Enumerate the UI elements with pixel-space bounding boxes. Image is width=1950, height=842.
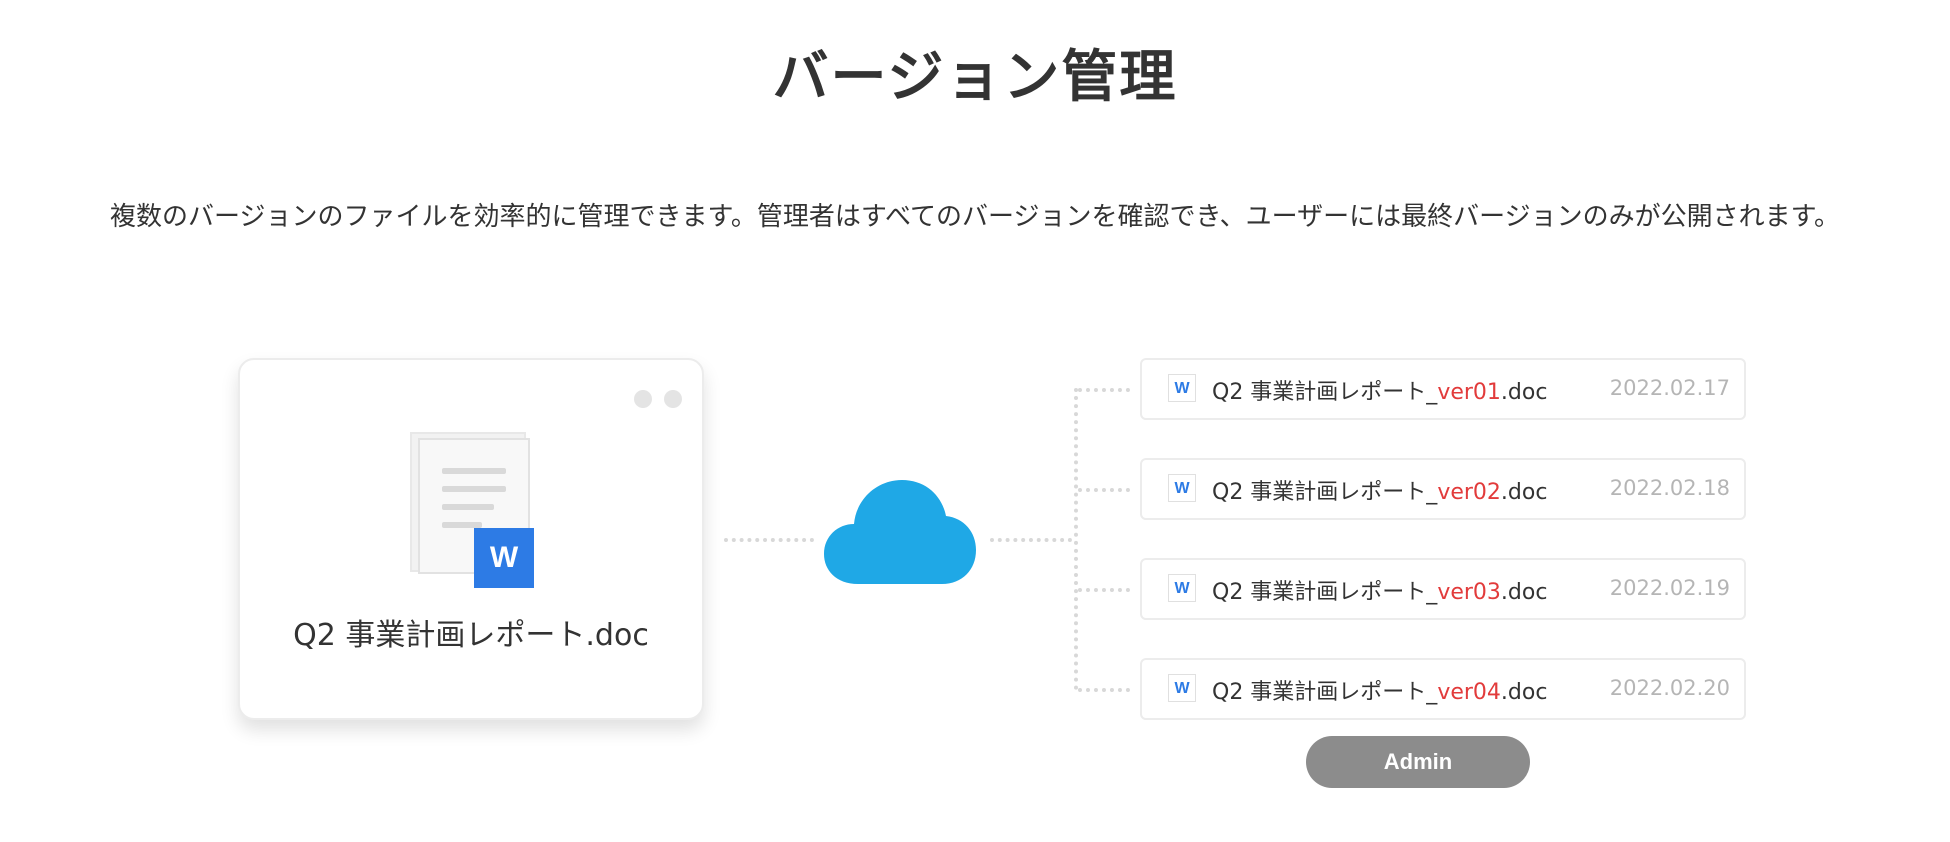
version-row-ver01[interactable]: W Q2 事業計画レポート_ver01.doc 2022.02.17 [1140, 358, 1746, 420]
word-badge-icon: W [474, 528, 534, 588]
file-name-prefix: Q2 事業計画レポート_ [1212, 380, 1438, 405]
connector-branch [1078, 688, 1130, 692]
version-tag: ver02 [1437, 480, 1501, 505]
window-dot-icon [664, 390, 682, 408]
file-name-prefix: Q2 事業計画レポート_ [1212, 680, 1438, 705]
document-line [442, 468, 506, 474]
version-row-ver02[interactable]: W Q2 事業計画レポート_ver02.doc 2022.02.18 [1140, 458, 1746, 520]
page-title: バージョン管理 [772, 45, 1178, 110]
connector-branch [1078, 588, 1130, 592]
version-file-name: Q2 事業計画レポート_ver04.doc [1212, 674, 1547, 706]
version-date: 2022.02.19 [1609, 576, 1730, 600]
connector-trunk [1074, 388, 1078, 690]
version-tag: ver04 [1437, 680, 1501, 705]
version-file-name: Q2 事業計画レポート_ver01.doc [1212, 374, 1547, 406]
file-extension: .doc [1500, 380, 1548, 405]
source-file-card[interactable]: W Q2 事業計画レポート.doc [238, 358, 704, 720]
word-file-icon: W [1168, 374, 1196, 402]
admin-button[interactable]: Admin [1306, 736, 1530, 788]
cloud-shape [824, 480, 976, 584]
window-dot-icon [634, 390, 652, 408]
page: バージョン管理 複数のバージョンのファイルを効率的に管理できます。管理者はすべて… [0, 0, 1950, 842]
word-file-icon: W [1168, 674, 1196, 702]
file-name-prefix: Q2 事業計画レポート_ [1212, 580, 1438, 605]
file-name-prefix: Q2 事業計画レポート_ [1212, 480, 1438, 505]
connector-branch [1078, 388, 1130, 392]
page-description: 複数のバージョンのファイルを効率的に管理できます。管理者はすべてのバージョンを確… [109, 202, 1841, 232]
connector-line [724, 538, 814, 542]
cloud-icon [824, 480, 976, 584]
version-date: 2022.02.17 [1609, 376, 1730, 400]
version-date: 2022.02.18 [1609, 476, 1730, 500]
version-tag: ver01 [1437, 380, 1501, 405]
file-extension: .doc [1500, 480, 1548, 505]
version-row-ver04[interactable]: W Q2 事業計画レポート_ver04.doc 2022.02.20 [1140, 658, 1746, 720]
source-file-name: Q2 事業計画レポート.doc [293, 618, 649, 653]
version-date: 2022.02.20 [1609, 676, 1730, 700]
document-line [442, 504, 494, 510]
document-line [442, 486, 506, 492]
version-row-ver03[interactable]: W Q2 事業計画レポート_ver03.doc 2022.02.19 [1140, 558, 1746, 620]
connector-branch [1078, 488, 1130, 492]
version-tag: ver03 [1437, 580, 1501, 605]
word-file-icon: W [1168, 474, 1196, 502]
version-file-name: Q2 事業計画レポート_ver03.doc [1212, 574, 1547, 606]
version-file-name: Q2 事業計画レポート_ver02.doc [1212, 474, 1547, 506]
connector-line [990, 538, 1072, 542]
file-extension: .doc [1500, 680, 1548, 705]
file-extension: .doc [1500, 580, 1548, 605]
word-document-icon: W [410, 432, 550, 592]
word-file-icon: W [1168, 574, 1196, 602]
